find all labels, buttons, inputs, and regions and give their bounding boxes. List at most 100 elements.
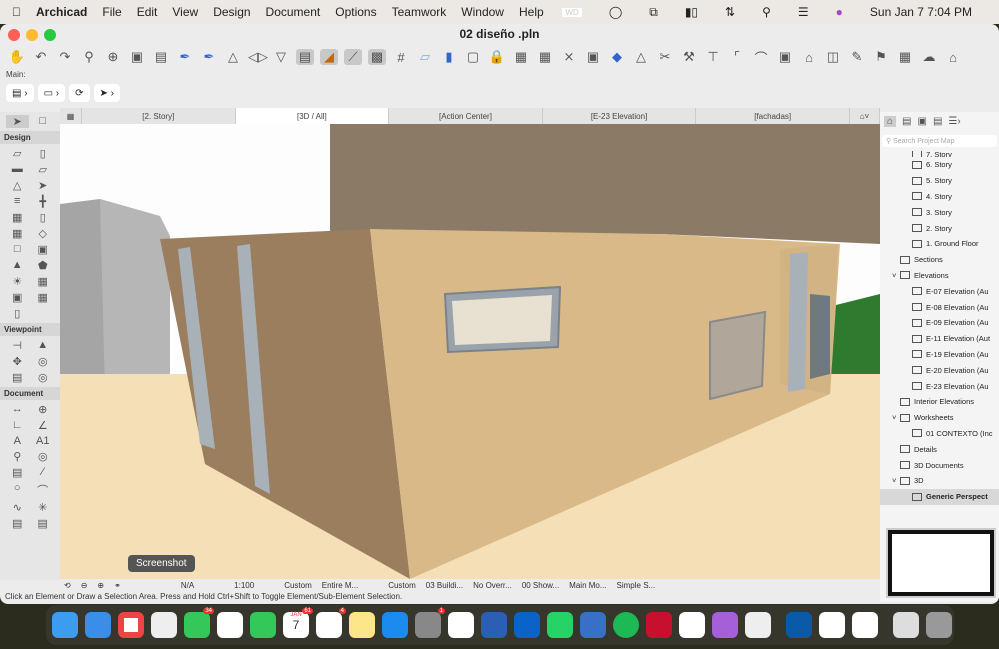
project-map-item[interactable]: 6. Story — [880, 157, 999, 173]
skylight-tool[interactable]: ◇ — [32, 227, 55, 240]
model-view[interactable]: Entire M... — [322, 581, 358, 590]
spotify-icon[interactable] — [613, 612, 639, 638]
level-dim-tool[interactable]: ⊕ — [32, 403, 55, 416]
trace-icon[interactable]: ▣ — [128, 49, 146, 65]
screen-mirror-icon[interactable]: ⧉ — [649, 5, 658, 20]
project-map-item[interactable]: 1. Ground Floor — [880, 236, 999, 252]
cube-tool[interactable]: ▣ — [6, 291, 29, 304]
column-tool[interactable]: ▯ — [32, 147, 55, 160]
schedule-icon[interactable]: ▦ — [896, 49, 914, 65]
curve-icon[interactable]: ⌒ — [752, 48, 770, 67]
adjust-icon[interactable]: ⚒ — [680, 49, 698, 65]
label-tool[interactable]: A1 — [32, 435, 55, 447]
model-view-options[interactable]: Main Mo... — [569, 581, 606, 590]
bimcloud-icon[interactable]: ⌂ — [944, 50, 962, 65]
search-project-map-input[interactable]: ⚲ Search Project Map — [882, 135, 997, 147]
elements-icon[interactable]: ▦ — [512, 49, 530, 65]
navigator-preview[interactable] — [886, 528, 996, 598]
rect-select-button[interactable]: ▭ › — [37, 84, 66, 102]
arc-tool[interactable]: ⌒ — [32, 482, 55, 498]
outlook-icon[interactable] — [514, 612, 540, 638]
project-map-item[interactable]: Sections — [880, 252, 999, 268]
apple-icon[interactable]:  — [12, 5, 21, 19]
project-map-item[interactable]: 3D Documents — [880, 457, 999, 473]
project-map-item[interactable]: E-19 Elevation (Au — [880, 347, 999, 363]
navigator-menu-icon[interactable]: ☰› — [948, 116, 960, 127]
wall-tool[interactable]: ▱ — [6, 147, 29, 160]
find-select-icon[interactable]: ⚲ — [80, 49, 98, 65]
project-map-item[interactable]: 5. Story — [880, 173, 999, 189]
pan-icon[interactable]: ✋ — [8, 49, 26, 65]
zone-tool[interactable]: ▣ — [32, 243, 55, 256]
project-map-item[interactable]: Interior Elevations — [880, 394, 999, 410]
menu-window[interactable]: Window — [461, 5, 504, 19]
snap-guides-icon[interactable]: ⟋ — [344, 49, 362, 65]
opening-tool[interactable]: ▯ — [6, 307, 29, 320]
close-button[interactable] — [8, 29, 20, 41]
roof-tool[interactable]: △ — [6, 179, 29, 192]
project-map-item[interactable]: 01 CONTEXTO (Inc — [880, 426, 999, 442]
project-map-item[interactable]: ˅ Elevations — [880, 268, 999, 284]
messages-icon[interactable]: 34 — [184, 608, 214, 638]
powerpoint-icon[interactable] — [448, 612, 474, 638]
mesh-tool[interactable]: ▲ — [6, 259, 29, 272]
group-icon[interactable]: ▣ — [584, 49, 602, 65]
stair-tool[interactable]: ≡ — [6, 195, 29, 208]
archicad-3-icon[interactable] — [852, 612, 878, 638]
clock[interactable]: Sun Jan 7 7:04 PM — [870, 5, 972, 19]
renovation-filter[interactable]: 03 Buildi... — [426, 581, 463, 590]
reminders-icon[interactable]: 4 — [316, 608, 346, 638]
spline-tool[interactable]: ∿ — [6, 501, 29, 514]
section-tool[interactable]: ⊣ — [6, 339, 29, 352]
flag-icon[interactable]: ⚑ — [872, 49, 890, 65]
archicad-2-icon[interactable] — [819, 612, 845, 638]
zoom-out-icon[interactable]: ⊖ — [81, 581, 88, 590]
tab-action-center[interactable]: [Action Center] — [389, 108, 543, 124]
menu-app[interactable]: Archicad — [36, 5, 87, 19]
zoom-icon[interactable]: ⊕ — [104, 49, 122, 65]
toolbox-section-document[interactable]: Document — [0, 387, 60, 400]
mirror-plane-icon[interactable]: ◫ — [824, 49, 842, 65]
scale-value[interactable]: 1:100 — [234, 581, 254, 590]
menu-view[interactable]: View — [172, 5, 198, 19]
show-option[interactable]: 00 Show... — [522, 581, 559, 590]
curtain-wall-tool[interactable]: ▦ — [6, 211, 29, 224]
tab-overview-icon[interactable]: ▦ — [60, 108, 82, 124]
arrow-tool-button[interactable]: ➤ › — [93, 84, 121, 102]
orbit-icon[interactable]: ⚭ — [114, 581, 121, 590]
wd-icon[interactable]: WD — [562, 7, 582, 17]
project-map-item[interactable]: ˅ Worksheets — [880, 410, 999, 426]
geometry-icon[interactable]: △ — [632, 49, 650, 65]
angle-dim-tool[interactable]: ∠ — [32, 419, 55, 432]
fill-tool[interactable]: ▤ — [6, 466, 29, 479]
morph-tool[interactable]: ⬟ — [32, 259, 55, 272]
trash-icon[interactable] — [926, 612, 952, 638]
view-options-icon[interactable]: ⌂˅ — [850, 108, 880, 124]
menu-options[interactable]: Options — [335, 5, 376, 19]
photos-icon[interactable] — [217, 612, 243, 638]
control-center-icon[interactable]: ☰ — [798, 5, 809, 19]
project-map-item[interactable]: ˅ 3D — [880, 473, 999, 489]
railing-tool[interactable]: ╋ — [32, 195, 55, 208]
pen-set[interactable]: Custom — [388, 581, 416, 590]
3d-model-render[interactable] — [60, 124, 880, 579]
figure-tool[interactable]: ▤ — [6, 517, 29, 530]
menu-edit[interactable]: Edit — [137, 5, 158, 19]
line-tool[interactable]: ∕ — [32, 466, 55, 479]
archicad-icon[interactable] — [580, 612, 606, 638]
menu-design[interactable]: Design — [213, 5, 250, 19]
shell-tool[interactable]: ➤ — [32, 179, 55, 192]
project-map-item[interactable]: 3. Story — [880, 204, 999, 220]
door-tool[interactable]: ▯ — [32, 211, 55, 224]
split-icon[interactable]: ✂ — [656, 49, 674, 65]
settings-icon[interactable]: ✎ — [848, 49, 866, 65]
triangle-down-icon[interactable]: ▽ — [272, 49, 290, 65]
cloud-icon[interactable]: ☁ — [920, 49, 938, 65]
facetime-icon[interactable] — [250, 612, 276, 638]
lock-icon[interactable]: 🔒 — [488, 49, 506, 65]
grid-icon[interactable]: # — [392, 50, 410, 65]
minimize-button[interactable] — [26, 29, 38, 41]
project-map-item[interactable]: E-23 Elevation (Au — [880, 378, 999, 394]
zoom-in-icon[interactable]: ⊕ — [97, 581, 104, 590]
view-map-icon[interactable]: ▤ — [902, 116, 911, 127]
